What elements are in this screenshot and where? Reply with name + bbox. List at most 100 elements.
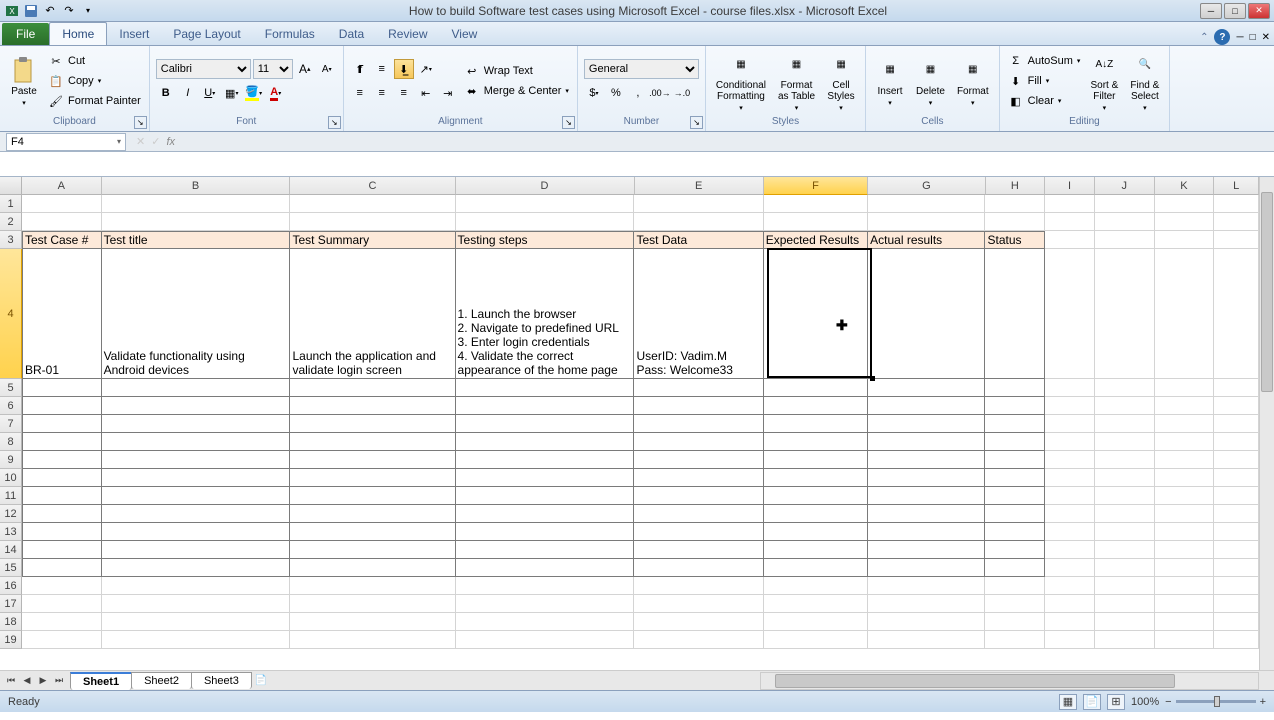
cell-J16[interactable]: [1095, 577, 1155, 595]
cell-G6[interactable]: [868, 397, 985, 415]
cell-J5[interactable]: [1095, 379, 1155, 397]
row-header-5[interactable]: 5: [0, 379, 22, 397]
excel-icon[interactable]: X: [4, 3, 20, 19]
cell-B6[interactable]: [102, 397, 291, 415]
cell-L15[interactable]: [1214, 559, 1259, 577]
row-header-4[interactable]: 4: [0, 249, 22, 379]
cell-H10[interactable]: [985, 469, 1045, 487]
cell-I1[interactable]: [1045, 195, 1095, 213]
cell-G11[interactable]: [868, 487, 985, 505]
cell-E13[interactable]: [634, 523, 763, 541]
cell-D2[interactable]: [456, 213, 635, 231]
cell-I15[interactable]: [1045, 559, 1095, 577]
cell-H7[interactable]: [985, 415, 1045, 433]
cells-area[interactable]: Test Case #Test titleTest SummaryTesting…: [22, 195, 1259, 670]
row-header-7[interactable]: 7: [0, 415, 22, 433]
sheet-tab-3[interactable]: Sheet3: [191, 672, 252, 689]
cell-H3[interactable]: Status: [985, 231, 1045, 249]
cell-F3[interactable]: Expected Results: [764, 231, 868, 249]
comma-button[interactable]: ,: [628, 83, 648, 103]
cell-I6[interactable]: [1045, 397, 1095, 415]
cell-L8[interactable]: [1214, 433, 1259, 451]
increase-decimal-button[interactable]: .00→: [650, 83, 670, 103]
cell-K2[interactable]: [1155, 213, 1215, 231]
name-box[interactable]: F4▾: [6, 133, 126, 151]
shrink-font-button[interactable]: A▾: [317, 59, 337, 79]
cell-A6[interactable]: [22, 397, 102, 415]
new-sheet-button[interactable]: 📄: [251, 674, 271, 688]
column-headers[interactable]: ABCDEFGHIJKL: [22, 177, 1259, 195]
paste-button[interactable]: Paste▾: [6, 48, 42, 114]
cell-C5[interactable]: [290, 379, 455, 397]
row-header-2[interactable]: 2: [0, 213, 22, 231]
sheet-tab-2[interactable]: Sheet2: [131, 672, 192, 689]
vertical-scrollbar[interactable]: [1259, 177, 1274, 670]
wrap-text-button[interactable]: ↩Wrap Text: [462, 62, 571, 80]
cell-L18[interactable]: [1214, 613, 1259, 631]
row-header-14[interactable]: 14: [0, 541, 22, 559]
cell-J7[interactable]: [1095, 415, 1155, 433]
currency-button[interactable]: $▾: [584, 83, 604, 103]
cell-B1[interactable]: [102, 195, 291, 213]
cell-G10[interactable]: [868, 469, 985, 487]
cell-A17[interactable]: [22, 595, 102, 613]
cell-B8[interactable]: [102, 433, 291, 451]
cell-G16[interactable]: [868, 577, 985, 595]
cell-A14[interactable]: [22, 541, 102, 559]
cell-D3[interactable]: Testing steps: [456, 231, 635, 249]
cell-D18[interactable]: [456, 613, 635, 631]
cell-I18[interactable]: [1045, 613, 1095, 631]
cell-D1[interactable]: [456, 195, 635, 213]
zoom-slider[interactable]: [1176, 700, 1256, 703]
borders-button[interactable]: ▦▾: [222, 83, 242, 103]
cell-K4[interactable]: [1155, 249, 1215, 379]
cell-K5[interactable]: [1155, 379, 1215, 397]
minimize-button[interactable]: ─: [1200, 3, 1222, 19]
row-header-16[interactable]: 16: [0, 577, 22, 595]
cell-L14[interactable]: [1214, 541, 1259, 559]
format-painter-button[interactable]: 🖌Format Painter: [46, 92, 143, 110]
find-select-button[interactable]: 🔍Find & Select▾: [1126, 48, 1163, 114]
cell-G19[interactable]: [868, 631, 985, 649]
cell-A12[interactable]: [22, 505, 102, 523]
cell-D5[interactable]: [456, 379, 635, 397]
redo-icon[interactable]: ↷: [61, 3, 77, 19]
cell-D4[interactable]: 1. Launch the browser 2. Navigate to pre…: [456, 249, 635, 379]
horizontal-scrollbar[interactable]: [760, 672, 1259, 690]
cell-H2[interactable]: [985, 213, 1045, 231]
cell-J4[interactable]: [1095, 249, 1155, 379]
cell-E4[interactable]: UserID: Vadim.M Pass: Welcome33: [634, 249, 763, 379]
cell-F15[interactable]: [764, 559, 868, 577]
cell-J9[interactable]: [1095, 451, 1155, 469]
zoom-level[interactable]: 100%: [1131, 696, 1159, 708]
cut-button[interactable]: ✂Cut: [46, 52, 143, 70]
prev-sheet-button[interactable]: ◀: [20, 674, 34, 688]
col-header-C[interactable]: C: [290, 177, 455, 195]
cell-L12[interactable]: [1214, 505, 1259, 523]
italic-button[interactable]: I: [178, 83, 198, 103]
formula-input[interactable]: [175, 133, 1274, 151]
cell-A16[interactable]: [22, 577, 102, 595]
align-left-button[interactable]: ≡: [350, 83, 370, 103]
cell-B15[interactable]: [102, 559, 291, 577]
decrease-decimal-button[interactable]: →.0: [672, 83, 692, 103]
tab-formulas[interactable]: Formulas: [253, 23, 327, 45]
merge-center-button[interactable]: ⬌Merge & Center▾: [462, 82, 571, 100]
cell-G14[interactable]: [868, 541, 985, 559]
cell-B19[interactable]: [102, 631, 291, 649]
cell-H6[interactable]: [985, 397, 1045, 415]
row-header-17[interactable]: 17: [0, 595, 22, 613]
cell-C1[interactable]: [290, 195, 455, 213]
cell-E12[interactable]: [634, 505, 763, 523]
orientation-button[interactable]: ↗▾: [416, 59, 436, 79]
format-as-table-button[interactable]: ▦Format as Table▾: [774, 48, 819, 114]
cell-K17[interactable]: [1155, 595, 1215, 613]
cell-J17[interactable]: [1095, 595, 1155, 613]
cell-F2[interactable]: [764, 213, 868, 231]
alignment-launcher[interactable]: ↘: [562, 116, 575, 129]
cell-J18[interactable]: [1095, 613, 1155, 631]
cell-J11[interactable]: [1095, 487, 1155, 505]
percent-button[interactable]: %: [606, 83, 626, 103]
row-header-11[interactable]: 11: [0, 487, 22, 505]
cell-F17[interactable]: [764, 595, 868, 613]
